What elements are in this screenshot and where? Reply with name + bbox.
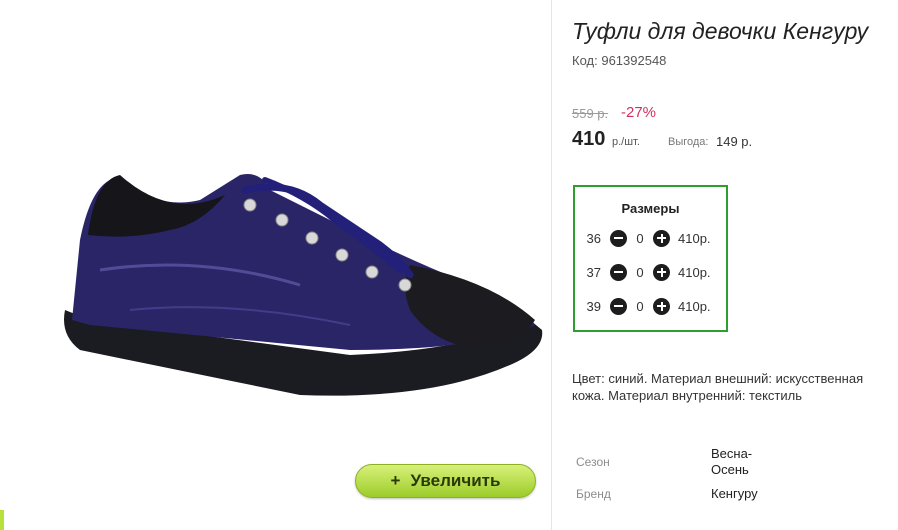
savings-value: 149 р. bbox=[716, 134, 753, 149]
size-price: 410р. bbox=[678, 230, 711, 246]
quantity-value: 0 bbox=[636, 230, 644, 246]
product-title: Туфли для девочки Кенгуру bbox=[572, 18, 869, 44]
increase-icon[interactable] bbox=[653, 263, 670, 281]
size-price: 410р. bbox=[678, 264, 711, 280]
decrease-icon[interactable] bbox=[610, 263, 627, 281]
quantity-value: 0 bbox=[636, 298, 644, 314]
quantity-value: 0 bbox=[636, 264, 644, 280]
price-unit: р./шт. bbox=[612, 136, 640, 148]
discount-badge: -27% bbox=[621, 104, 657, 121]
savings-label: Выгода: bbox=[668, 136, 709, 148]
product-code-value: 961392548 bbox=[601, 53, 667, 68]
product-code-label: Код: bbox=[572, 53, 598, 68]
scroll-indicator bbox=[0, 510, 4, 530]
product-description: Цвет: синий. Материал внешний: искусстве… bbox=[572, 371, 864, 403]
size-price: 410р. bbox=[678, 298, 711, 314]
spec-brand-value: Кенгуру bbox=[711, 486, 758, 501]
old-price: 559 р. bbox=[572, 106, 609, 121]
size-row: 39 0 410р. bbox=[585, 297, 711, 315]
size-row: 36 0 410р. bbox=[585, 229, 711, 247]
spec-season-label: Сезон bbox=[576, 455, 610, 469]
sizes-title: Размеры bbox=[621, 201, 680, 216]
product-gallery: + Увеличить bbox=[0, 0, 552, 530]
zoom-button-label: Увеличить bbox=[410, 471, 501, 490]
size-value: 37 bbox=[586, 264, 601, 280]
plus-icon: + bbox=[390, 471, 401, 490]
size-value: 39 bbox=[586, 298, 601, 314]
decrease-icon[interactable] bbox=[610, 297, 627, 315]
sizes-panel: Размеры 36 0 410р. 37 0 410р. 39 0 410р. bbox=[573, 185, 728, 332]
product-code: Код: 961392548 bbox=[572, 53, 666, 68]
decrease-icon[interactable] bbox=[610, 229, 627, 247]
current-price: 410 bbox=[572, 128, 606, 150]
increase-icon[interactable] bbox=[653, 229, 670, 247]
size-value: 36 bbox=[586, 230, 601, 246]
increase-icon[interactable] bbox=[653, 297, 670, 315]
size-row: 37 0 410р. bbox=[585, 263, 711, 281]
product-image[interactable] bbox=[50, 150, 550, 420]
spec-brand-label: Бренд bbox=[576, 487, 611, 501]
spec-season-value: Весна- Осень bbox=[711, 446, 753, 477]
zoom-button[interactable]: + Увеличить bbox=[355, 464, 536, 498]
